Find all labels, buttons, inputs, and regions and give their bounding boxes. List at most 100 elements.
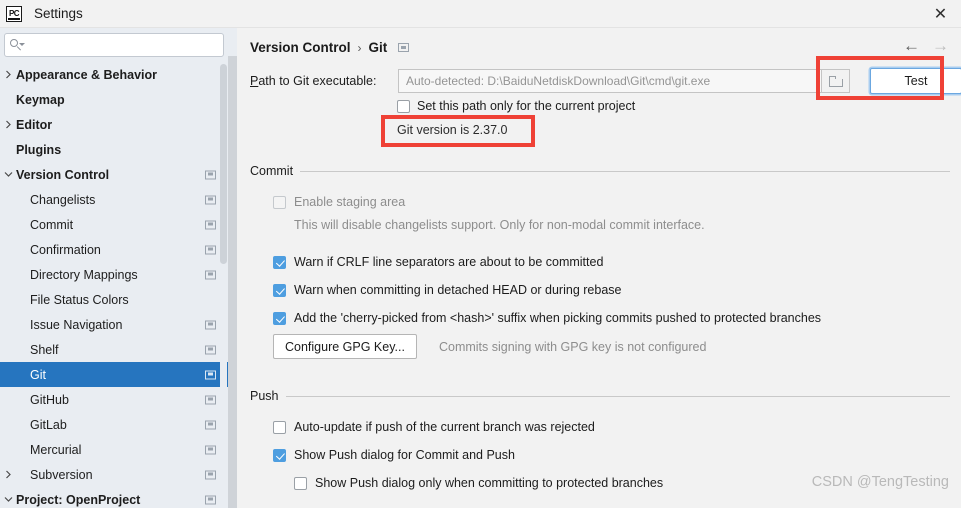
project-scope-icon	[205, 420, 216, 429]
commit-section-rule	[300, 170, 950, 172]
sidebar-item-label: Directory Mappings	[30, 267, 138, 282]
window-title: Settings	[34, 6, 83, 21]
breadcrumb-separator: ›	[357, 40, 362, 55]
git-version-message: Git version is 2.37.0	[397, 123, 508, 137]
sidebar-item-editor[interactable]: Editor	[0, 112, 228, 137]
project-scope-icon	[205, 370, 216, 379]
test-button[interactable]: Test	[870, 68, 961, 94]
git-path-label-rest: ath to Git executable:	[258, 74, 377, 88]
push-option-checkbox[interactable]	[273, 420, 286, 434]
push-option-checkbox[interactable]	[294, 476, 307, 490]
chevron-right-icon[interactable]	[0, 70, 16, 79]
sidebar-item-label: Changelists	[30, 192, 96, 207]
sidebar-scrollbar[interactable]	[220, 64, 227, 508]
watermark: CSDN @TengTesting	[811, 474, 949, 490]
commit-option-row[interactable]: Warn when committing in detached HEAD or…	[273, 283, 621, 297]
project-scope-icon	[205, 170, 216, 179]
commit-section-title: Commit	[250, 164, 294, 178]
configure-gpg-key-button[interactable]: Configure GPG Key...	[273, 334, 417, 359]
chevron-down-icon[interactable]	[0, 171, 16, 178]
gpg-row: Configure GPG Key... Commits signing wit…	[273, 334, 706, 359]
push-option-label: Auto-update if push of the current branc…	[294, 420, 595, 434]
sidebar-item-git[interactable]: Git	[0, 362, 228, 387]
sidebar-item-project-openproject[interactable]: Project: OpenProject	[0, 487, 228, 508]
sidebar-item-label: Appearance & Behavior	[16, 67, 158, 82]
sidebar-item-label: Project: OpenProject	[16, 492, 141, 507]
git-executable-row: Path to Git executable: Test	[250, 68, 961, 94]
sidebar-item-label: GitHub	[30, 392, 69, 407]
sidebar-item-label: GitLab	[30, 417, 67, 432]
sidebar-item-label: Editor	[16, 117, 53, 132]
chevron-right-icon[interactable]	[0, 470, 16, 479]
sidebar-item-label: Shelf	[30, 342, 59, 357]
close-icon[interactable]: ✕	[920, 0, 961, 27]
sidebar-item-gitlab[interactable]: GitLab	[0, 412, 228, 437]
enable-staging-label: Enable staging area	[294, 195, 406, 209]
project-scope-icon	[205, 495, 216, 504]
sidebar-item-label: Git	[30, 367, 46, 382]
chevron-down-icon[interactable]	[0, 496, 16, 503]
enable-staging-checkbox[interactable]	[273, 195, 286, 209]
sidebar-item-mercurial[interactable]: Mercurial	[0, 437, 228, 462]
project-only-checkbox[interactable]	[397, 99, 410, 113]
forward-arrow-icon[interactable]: →	[932, 37, 949, 54]
commit-option-checkbox[interactable]	[273, 311, 286, 325]
push-section-rule	[285, 395, 950, 397]
sidebar-item-commit[interactable]: Commit	[0, 212, 228, 237]
commit-option-checkbox[interactable]	[273, 283, 286, 297]
panel-splitter[interactable]	[228, 28, 237, 508]
sidebar-item-confirmation[interactable]: Confirmation	[0, 237, 228, 262]
search-box[interactable]	[4, 33, 224, 57]
chevron-right-icon[interactable]	[0, 120, 16, 129]
settings-sidebar: Appearance & Behavior Keymap Editor Plugins…	[0, 28, 228, 508]
browse-button[interactable]	[822, 69, 850, 93]
project-scope-icon	[205, 245, 216, 254]
push-option-row[interactable]: Show Push dialog only when committing to…	[294, 476, 663, 490]
sidebar-item-label: Issue Navigation	[30, 317, 123, 332]
sidebar-item-label: Commit	[30, 217, 74, 232]
sidebar-item-issue-navigation[interactable]: Issue Navigation	[0, 312, 228, 337]
search-input[interactable]	[25, 35, 223, 55]
project-scope-icon	[205, 470, 216, 479]
enable-staging-row[interactable]: Enable staging area	[273, 195, 405, 209]
push-option-checkbox[interactable]	[273, 448, 286, 462]
search-icon	[9, 37, 25, 53]
git-path-field[interactable]	[398, 69, 822, 93]
push-option-row[interactable]: Show Push dialog for Commit and Push	[273, 448, 515, 462]
breadcrumb-leaf: Git	[368, 40, 388, 55]
breadcrumb: Version Control › Git	[250, 40, 410, 55]
sidebar-item-appearance-behavior[interactable]: Appearance & Behavior	[0, 62, 228, 87]
project-scope-icon	[205, 270, 216, 279]
push-option-label: Show Push dialog for Commit and Push	[294, 448, 515, 462]
commit-option-checkbox[interactable]	[273, 255, 286, 269]
commit-section-header: Commit	[250, 164, 950, 178]
commit-option-row[interactable]: Warn if CRLF line separators are about t…	[273, 255, 603, 269]
sidebar-item-directory-mappings[interactable]: Directory Mappings	[0, 262, 228, 287]
push-section-title: Push	[250, 389, 279, 403]
back-arrow-icon[interactable]: ←	[903, 37, 920, 54]
sidebar-item-label: Keymap	[16, 92, 65, 107]
sidebar-item-version-control[interactable]: Version Control	[0, 162, 228, 187]
project-only-row[interactable]: Set this path only for the current proje…	[397, 99, 635, 113]
navigation-arrows: ← →	[903, 37, 949, 54]
sidebar-item-keymap[interactable]: Keymap	[0, 87, 228, 112]
sidebar-item-file-status-colors[interactable]: File Status Colors	[0, 287, 228, 312]
settings-tree: Appearance & Behavior Keymap Editor Plugins…	[0, 62, 228, 508]
sidebar-scrollbar-thumb[interactable]	[220, 64, 227, 264]
commit-option-row[interactable]: Add the 'cherry-picked from <hash>' suff…	[273, 311, 821, 325]
sidebar-item-subversion[interactable]: Subversion	[0, 462, 228, 487]
sidebar-item-shelf[interactable]: Shelf	[0, 337, 228, 362]
push-option-row[interactable]: Auto-update if push of the current branc…	[273, 420, 595, 434]
project-scope-icon	[205, 445, 216, 454]
breadcrumb-root[interactable]: Version Control	[250, 40, 351, 55]
sidebar-item-label: Subversion	[30, 467, 93, 482]
git-path-input[interactable]	[406, 74, 821, 88]
enable-staging-hint: This will disable changelists support. O…	[294, 218, 705, 232]
sidebar-item-plugins[interactable]: Plugins	[0, 137, 228, 162]
commit-option-label: Warn when committing in detached HEAD or…	[294, 283, 622, 297]
sidebar-item-changelists[interactable]: Changelists	[0, 187, 228, 212]
sidebar-item-label: Version Control	[16, 167, 110, 182]
settings-window: PC Settings ✕ Appearance & Behavior Keyma…	[0, 0, 961, 508]
push-option-label: Show Push dialog only when committing to…	[315, 476, 664, 490]
sidebar-item-github[interactable]: GitHub	[0, 387, 228, 412]
